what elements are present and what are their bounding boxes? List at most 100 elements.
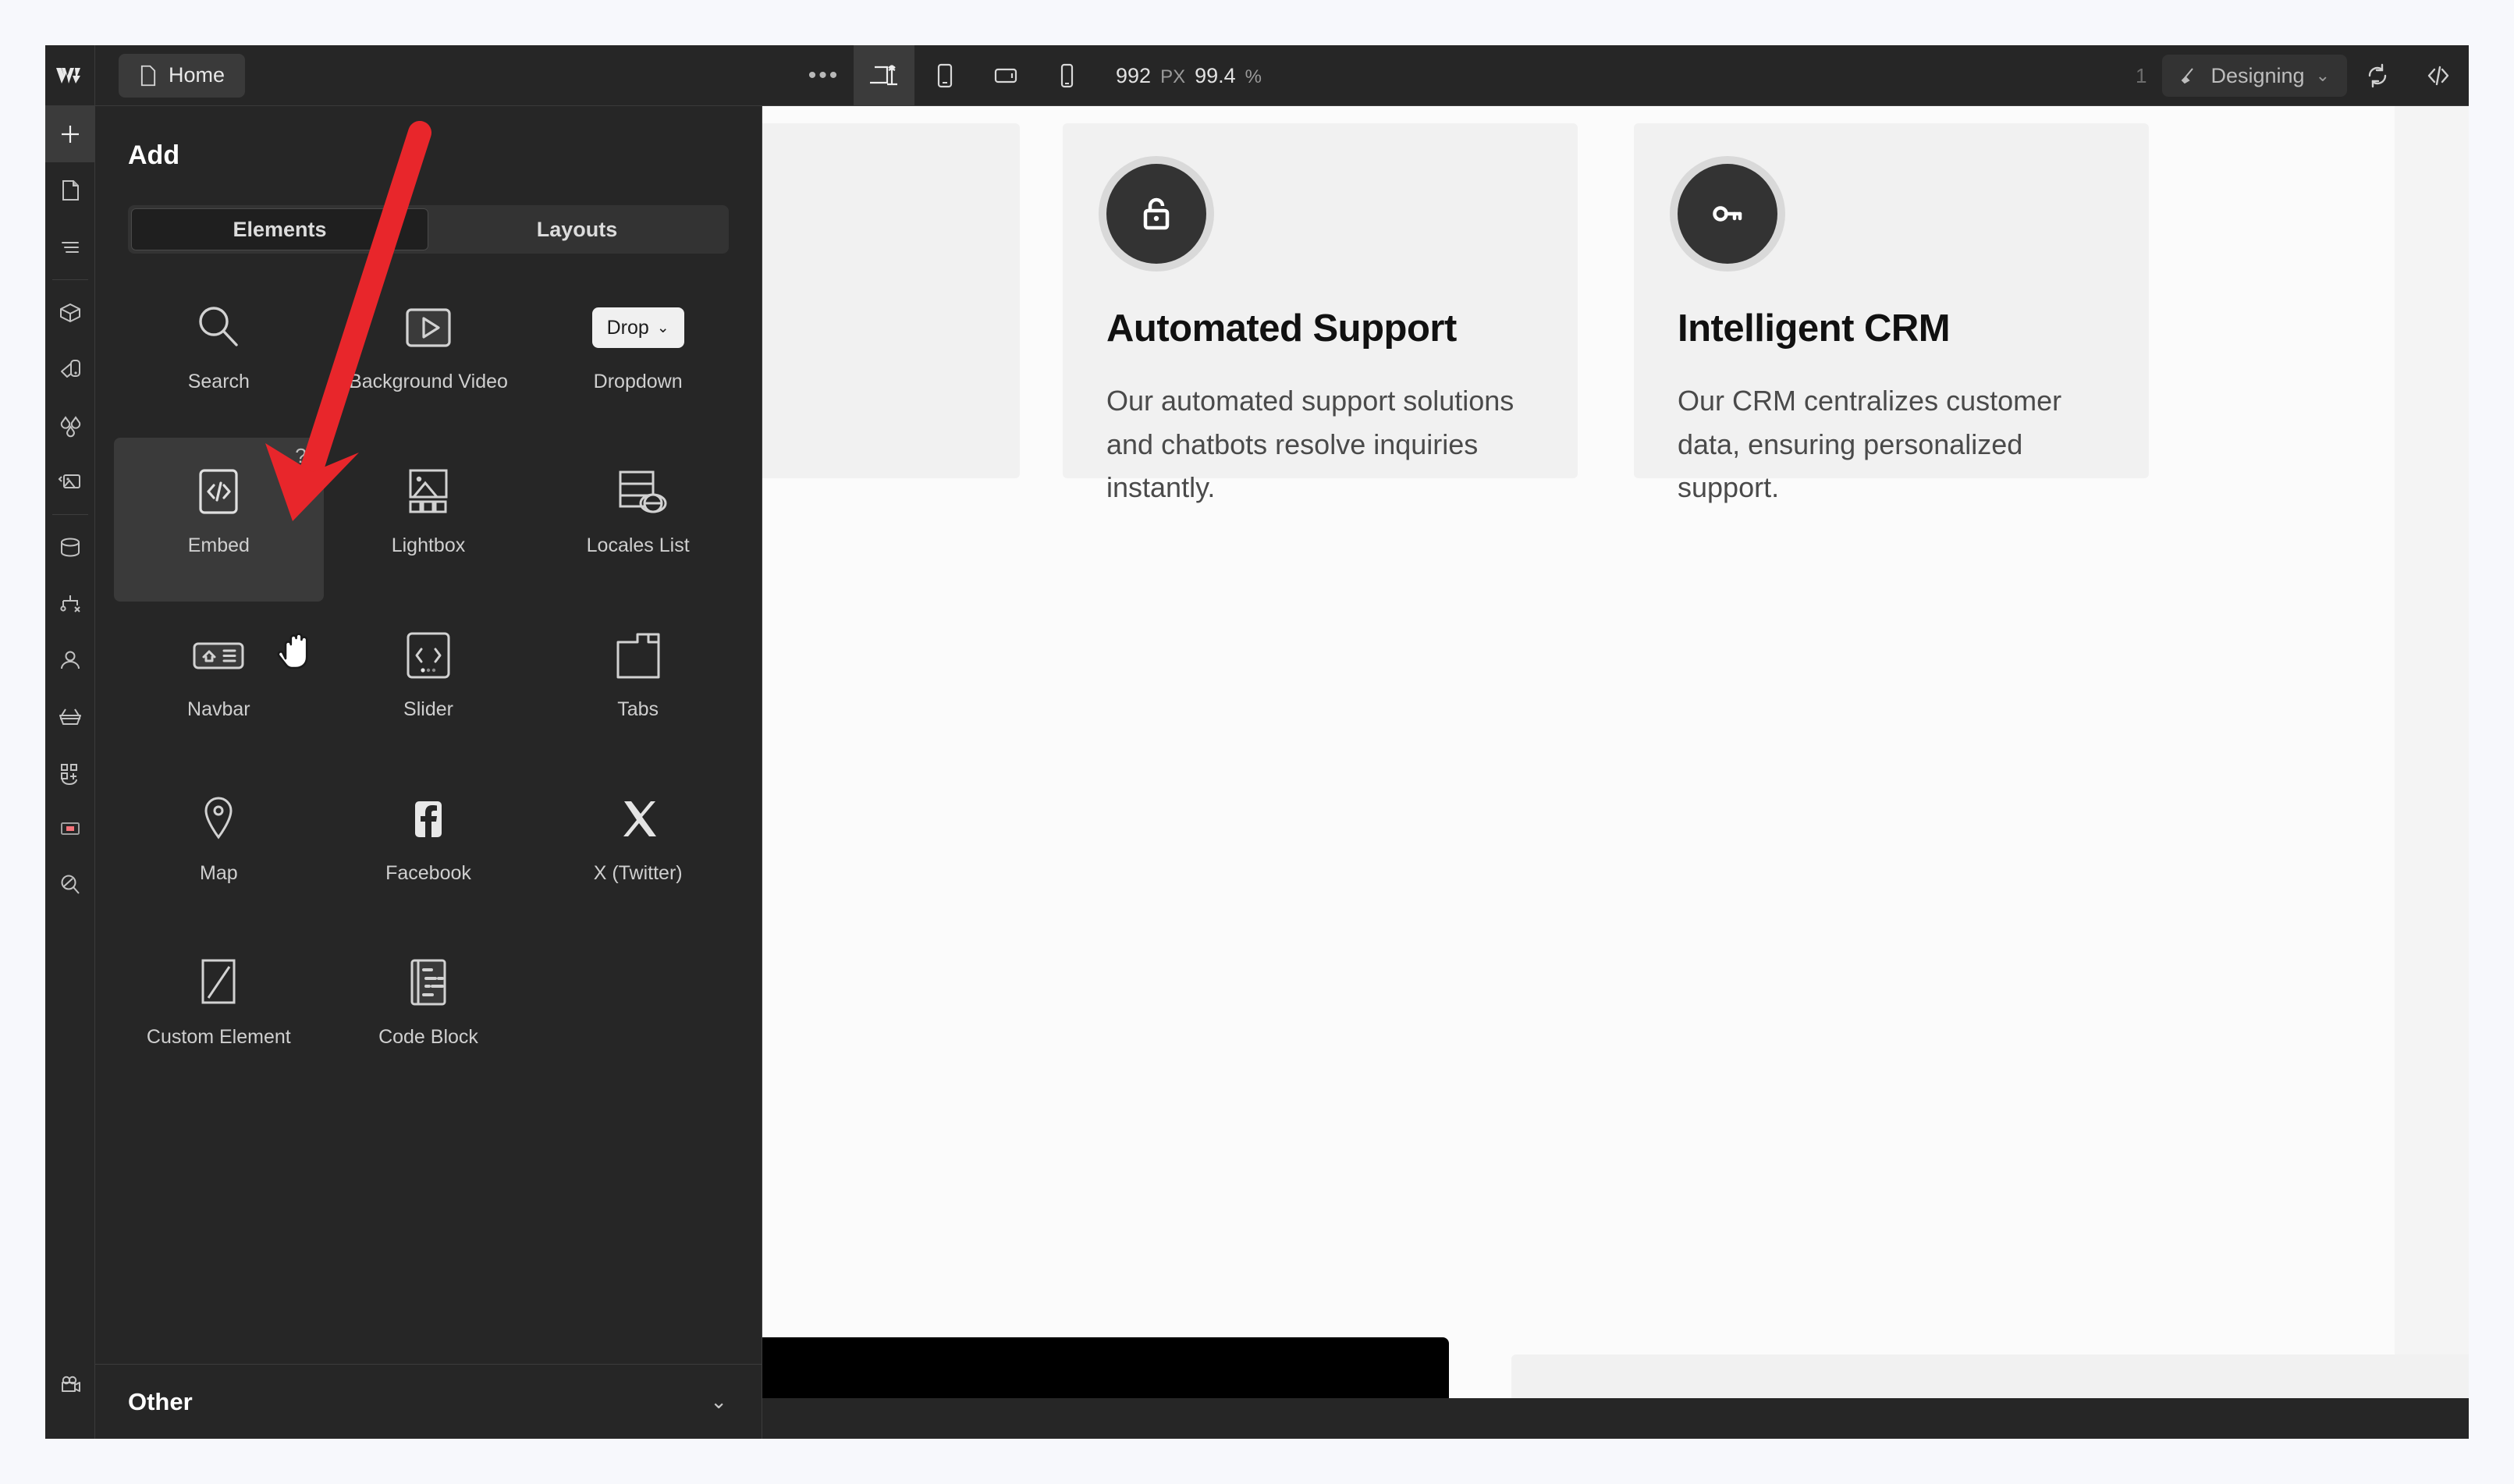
element-tile-facebook[interactable]: Facebook	[324, 765, 534, 929]
elements-list: Search Background Video Drop ⌄ Dropdown …	[95, 254, 762, 1364]
element-tile-x-twitter[interactable]: X (Twitter)	[533, 765, 743, 929]
webflow-designer-window: Home ••• 992 PX 99.4 % 1 Designing ⌄ Add…	[45, 45, 2469, 1439]
card-body: Our automated support solutions and chat…	[1106, 384, 1514, 504]
element-tile-background-video[interactable]: Background Video	[324, 274, 534, 438]
mobile-portrait-breakpoint[interactable]	[1036, 45, 1097, 106]
feature-card-automated-support[interactable]: Automated Support Our automated support …	[1063, 123, 1578, 503]
element-label: Navbar	[187, 698, 250, 720]
add-panel: Add Elements Layouts Search Background V…	[95, 106, 762, 1439]
tablet-breakpoint[interactable]	[914, 45, 975, 106]
desktop-breakpoint[interactable]	[854, 45, 914, 106]
element-tile-code-block[interactable]: Code Block	[324, 929, 534, 1093]
mode-selector[interactable]: Designing ⌄	[2162, 55, 2347, 97]
viewport-size-readout[interactable]: 992 PX 99.4 %	[1116, 64, 1262, 88]
element-tile-locales-list[interactable]: Locales List	[533, 438, 743, 602]
element-label: X (Twitter)	[593, 862, 683, 884]
element-label: Embed	[187, 534, 250, 556]
help-badge[interactable]: ?	[295, 444, 306, 468]
refresh-icon[interactable]	[2347, 45, 2408, 106]
other-section-label: Other	[128, 1387, 193, 1415]
map-pin-icon	[188, 776, 249, 862]
rail-item-assets-panel[interactable]	[45, 453, 95, 509]
element-label: Dropdown	[593, 371, 683, 392]
rail-item-apps-panel[interactable]	[45, 744, 95, 801]
dropdown-pill-icon: Drop ⌄	[591, 285, 684, 371]
facebook-icon	[398, 776, 459, 862]
element-tile-dropdown[interactable]: Drop ⌄ Dropdown	[533, 274, 743, 438]
design-canvas[interactable]: Tools orm Automated Support Our automate…	[762, 106, 2469, 1439]
rail-item-pages-panel[interactable]	[45, 162, 95, 218]
top-toolbar-right: 1 Designing ⌄	[2120, 45, 2469, 106]
element-tile-search[interactable]: Search	[114, 274, 324, 438]
element-label: Background Video	[349, 371, 508, 392]
rail-item-cms-panel[interactable]	[45, 520, 95, 576]
custom-element-icon	[188, 940, 249, 1026]
element-label: Slider	[403, 698, 453, 720]
ellipsis-icon[interactable]: •••	[794, 45, 854, 106]
slider-icon	[398, 612, 459, 698]
key-icon	[1678, 164, 1777, 264]
element-tile-lightbox[interactable]: Lightbox	[324, 438, 534, 602]
page-tab-label: Home	[169, 63, 225, 87]
rail-item-logic-panel[interactable]	[45, 576, 95, 632]
lightbox-icon	[398, 449, 459, 534]
add-panel-title: Add	[128, 140, 180, 170]
elements-grid: Search Background Video Drop ⌄ Dropdown …	[114, 274, 743, 1093]
search-icon	[188, 285, 249, 371]
element-label: Facebook	[385, 862, 471, 884]
element-label: Map	[200, 862, 238, 884]
dropdown-pill: Drop ⌄	[591, 307, 684, 348]
element-tile-map[interactable]: Map	[114, 765, 324, 929]
tabs-icon	[608, 612, 669, 698]
collaborator-count: 1	[2136, 63, 2147, 87]
webflow-logo-icon[interactable]	[45, 45, 95, 106]
mobile-landscape-breakpoint[interactable]	[975, 45, 1036, 106]
element-tile-custom-element[interactable]: Custom Element	[114, 929, 324, 1093]
element-label: Custom Element	[146, 1026, 291, 1048]
feature-card-partial[interactable]: Tools orm	[762, 123, 1020, 478]
tab-elements[interactable]: Elements	[131, 208, 428, 250]
rail-item-audit-panel[interactable]	[45, 857, 95, 913]
breakpoint-controls: ••• 992 PX 99.4 %	[794, 45, 1262, 106]
rail-item-navigator-panel[interactable]	[45, 218, 95, 275]
element-tile-tabs[interactable]: Tabs	[533, 602, 743, 765]
feature-card-intelligent-crm[interactable]: Intelligent CRM Our CRM centralizes cust…	[1634, 123, 2149, 503]
left-icon-rail	[45, 106, 95, 1439]
rail-item-video-tutorials[interactable]	[45, 1356, 95, 1412]
card-title: Automated Support	[1106, 307, 1457, 350]
rail-item-interactions-panel[interactable]	[45, 801, 95, 857]
other-section-header[interactable]: Other ⌄	[95, 1364, 762, 1439]
chevron-down-icon: ⌄	[2315, 66, 2330, 85]
code-block-icon	[398, 940, 459, 1026]
page-tab-home[interactable]: Home	[119, 53, 246, 98]
rail-item-variables-panel[interactable]	[45, 397, 95, 453]
zoom-value: 99.4	[1195, 63, 1236, 87]
rail-item-users-panel[interactable]	[45, 632, 95, 688]
viewport-width-value: 992	[1116, 63, 1152, 87]
navbar-icon	[188, 612, 249, 698]
rail-item-components-panel[interactable]	[45, 285, 95, 341]
card-body: orm	[762, 379, 976, 423]
card-title: Tools	[762, 307, 976, 351]
code-brackets-icon[interactable]	[2408, 45, 2469, 106]
rail-divider	[51, 279, 88, 280]
rail-item-add-panel[interactable]	[45, 106, 95, 162]
card-body: Our CRM centralizes customer data, ensur…	[1678, 384, 2062, 504]
element-label: Locales List	[586, 534, 690, 556]
mode-label: Designing	[2210, 63, 2305, 87]
rail-item-style-selectors-panel[interactable]	[45, 341, 95, 397]
locales-list-icon	[608, 449, 669, 534]
rail-divider	[51, 514, 88, 515]
chevron-down-icon: ⌄	[710, 1390, 727, 1413]
element-tile-slider[interactable]: Slider	[324, 602, 534, 765]
chevron-down-icon: ⌄	[656, 319, 669, 336]
zoom-unit: %	[1245, 66, 1262, 87]
element-label: Tabs	[617, 698, 659, 720]
element-label: Code Block	[378, 1026, 478, 1048]
rail-item-ecommerce-panel[interactable]	[45, 688, 95, 744]
element-tile-embed[interactable]: ? Embed	[114, 438, 324, 602]
play-rect-icon	[398, 285, 459, 371]
tab-layouts[interactable]: Layouts	[428, 208, 726, 250]
canvas-bottom-bar	[762, 1398, 2469, 1439]
element-label: Search	[187, 371, 250, 392]
